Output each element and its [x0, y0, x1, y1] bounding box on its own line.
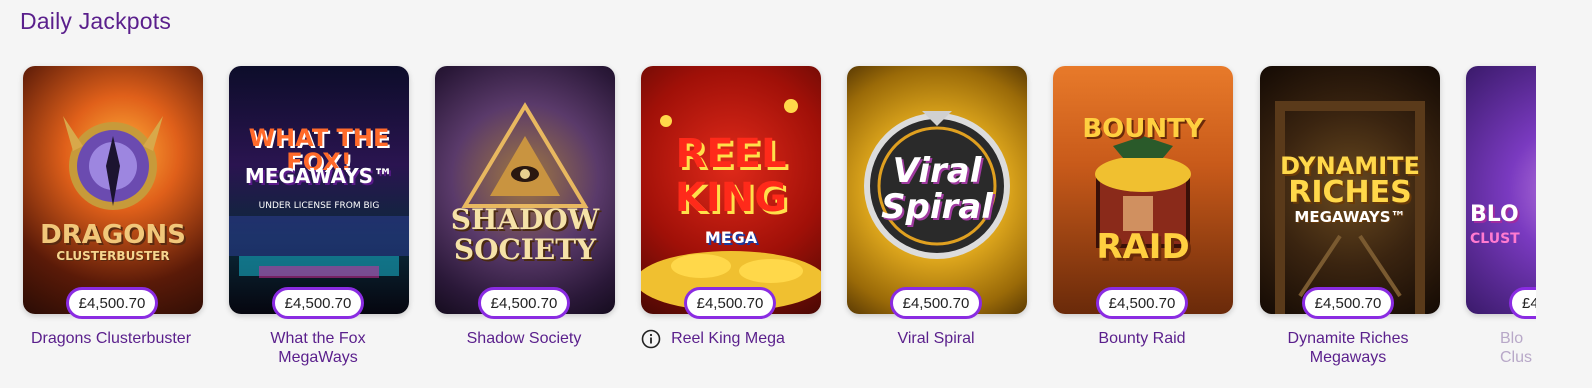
- game-art-subtitle: RAID: [1096, 227, 1190, 267]
- jackpot-amount-badge: £4,500.70: [1096, 287, 1188, 319]
- game-tile-dynamite-riches-megaways[interactable]: DYNAMITE RICHES MEGAWAYS™: [1260, 66, 1440, 314]
- game-art-badge: MEGA: [704, 228, 758, 247]
- treasure-chest-icon: [1095, 136, 1191, 248]
- game-art-title: BLO: [1470, 202, 1519, 227]
- game-tile-what-the-fox[interactable]: WHAT THE FOX! MEGAWAYS™ UNDER LICENSE FR…: [229, 66, 409, 314]
- carousel-edge-fade: [1536, 0, 1592, 388]
- game-art-badge: MEGAWAYS™: [1294, 208, 1406, 226]
- game-tile-viral-spiral[interactable]: Viral Spiral: [847, 66, 1027, 314]
- game-art-title: BOUNTY: [1082, 114, 1204, 144]
- jackpot-amount-badge: £4,500.70: [1302, 287, 1394, 319]
- game-art-subtitle: Spiral: [881, 187, 993, 227]
- game-art-title: SHADOW: [450, 203, 600, 236]
- game-name-text: What the Fox MegaWays: [270, 330, 366, 366]
- pyramid-eye-icon: [461, 102, 589, 208]
- game-art-license: UNDER LICENSE FROM BIG: [258, 201, 380, 211]
- game-tile-bounty-raid[interactable]: BOUNTY RAID: [1053, 66, 1233, 314]
- game-tile-shadow-society[interactable]: SHADOW SOCIETY: [435, 66, 615, 314]
- game-art-subtitle: MEGAWAYS™: [244, 164, 394, 188]
- game-name-text: Dynamite Riches Megaways: [1287, 330, 1409, 366]
- game-name-link[interactable]: Viral Spiral: [836, 329, 1036, 348]
- game-tile-reel-king-mega[interactable]: REEL KING MEGA: [641, 66, 821, 314]
- game-name-link[interactable]: Dynamite Riches Megaways: [1248, 329, 1448, 367]
- game-art-subtitle: CLUSTERBUSTER: [56, 249, 170, 263]
- neon-street-icon: [229, 216, 409, 278]
- game-art-title: REEL: [675, 131, 787, 177]
- game-art-subtitle: KING: [674, 175, 788, 221]
- jackpot-amount-badge: £4,500.70: [478, 287, 570, 319]
- jackpot-amount-badge: £4,500.70: [272, 287, 364, 319]
- game-art-subtitle: RICHES: [1288, 175, 1412, 210]
- game-art-title: DRAGONS: [40, 220, 186, 250]
- game-name-link[interactable]: Shadow Society: [424, 329, 624, 348]
- game-name-link[interactable]: Reel King Mega: [628, 329, 828, 348]
- game-name-link[interactable]: Bounty Raid: [1042, 329, 1242, 348]
- jackpot-amount-badge: £4,500.70: [890, 287, 982, 319]
- dragon-eye-emblem-icon: [63, 116, 163, 210]
- game-name-link[interactable]: What the Fox MegaWays: [218, 329, 418, 367]
- game-art-subtitle: SOCIETY: [453, 233, 597, 266]
- jackpot-carousel: DRAGONS CLUSTERBUSTER WHAT THE FOX! MEGA…: [0, 0, 1592, 388]
- game-art-title: Viral: [892, 151, 982, 191]
- game-tile-dragons-clusterbuster[interactable]: DRAGONS CLUSTERBUSTER: [23, 66, 203, 314]
- jackpot-amount-badge: £4,500.70: [684, 287, 776, 319]
- game-art-subtitle: CLUST: [1470, 231, 1520, 247]
- jackpot-amount-badge: £4,500.70: [66, 287, 158, 319]
- game-name-link[interactable]: Dragons Clusterbuster: [11, 329, 211, 348]
